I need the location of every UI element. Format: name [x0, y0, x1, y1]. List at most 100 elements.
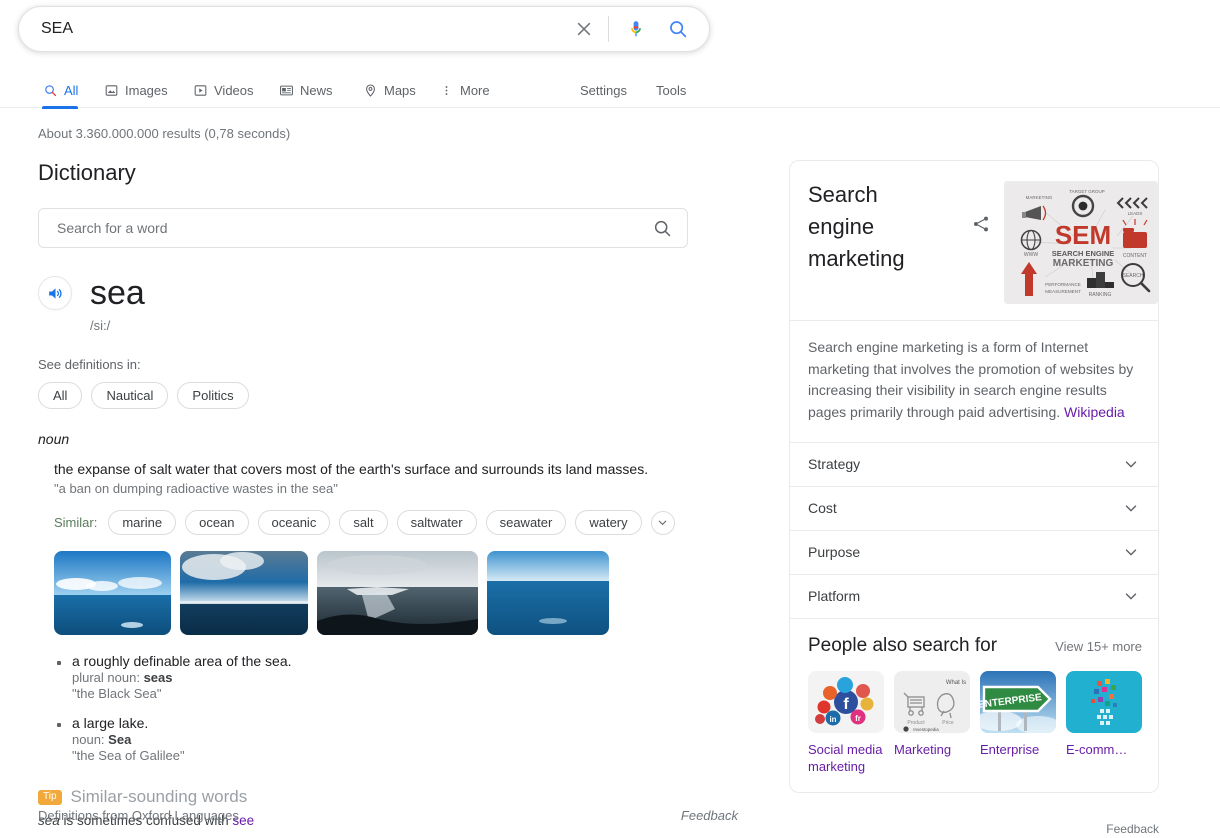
definition-example: "a ban on dumping radioactive wastes in … [54, 481, 338, 497]
pasf-title: People also search for [808, 634, 998, 656]
primary-definition-block: the expanse of salt water that covers mo… [38, 459, 738, 636]
knowledge-panel-feedback-link[interactable]: Feedback [789, 822, 1159, 836]
sem-diagram-image[interactable]: SEM SEARCH ENGINE MARKETING MARKETING TA… [1003, 181, 1158, 304]
similar-label: Similar: [54, 515, 98, 531]
page-title: Dictionary [38, 160, 136, 185]
headword: sea [90, 274, 145, 312]
word-search-input[interactable] [55, 219, 652, 237]
tab-maps[interactable]: Maps [356, 72, 422, 108]
search-input[interactable] [39, 7, 570, 51]
search-icon [42, 82, 58, 98]
dictionary-footer: Definitions from Oxford Languages Feedba… [38, 808, 738, 823]
tab-label: Images [125, 82, 168, 98]
view-more-link[interactable]: View 15+ more [1055, 639, 1142, 654]
sense-form: plural noun: seas [72, 670, 738, 685]
accordion-label: Purpose [808, 544, 861, 561]
tab-all[interactable]: All [30, 72, 90, 109]
svg-text:What Is: What Is [946, 680, 966, 686]
accordion-strategy[interactable]: Strategy [790, 441, 1158, 486]
tab-label: All [64, 82, 79, 98]
accordion-cost[interactable]: Cost [790, 485, 1158, 530]
accordion-platform[interactable]: Platform [790, 573, 1158, 618]
filter-chip-nautical[interactable]: Nautical [91, 382, 169, 409]
see-definitions-label: See definitions in: [38, 357, 141, 372]
wikipedia-link[interactable]: Wikipedia [1064, 404, 1125, 420]
svg-text:in: in [829, 715, 836, 724]
search-divider [608, 16, 609, 42]
svg-text:SEM: SEM [1055, 220, 1111, 250]
search-icon[interactable] [665, 16, 691, 42]
similar-chip[interactable]: watery [575, 510, 642, 536]
chevron-down-icon[interactable] [650, 510, 675, 535]
similar-chip[interactable]: salt [339, 510, 388, 536]
word-search-box[interactable] [38, 208, 688, 248]
share-icon[interactable] [964, 207, 998, 241]
sea-thumbnail-2[interactable] [180, 551, 308, 636]
pasf-label: Enterprise [980, 741, 1040, 757]
chevron-down-icon [1122, 587, 1140, 605]
marketing-sketch-image: What Is Product Price Investopedia [894, 670, 970, 733]
video-icon [192, 82, 208, 98]
additional-senses: a roughly definable area of the sea. plu… [38, 653, 738, 763]
people-also-search-for-section: People also search for View 15+ more f i… [790, 617, 1158, 792]
sea-thumbnail-3[interactable] [317, 551, 478, 636]
more-vertical-icon [438, 82, 454, 98]
sea-thumbnail-1[interactable] [54, 551, 171, 636]
svg-text:SEARCH: SEARCH [1122, 273, 1143, 279]
settings-button[interactable]: Settings [580, 72, 627, 108]
sense-form: noun: Sea [72, 732, 738, 747]
settings-label: Settings [580, 82, 627, 98]
accordion-label: Cost [808, 500, 837, 517]
chevron-down-icon [1122, 499, 1140, 517]
similar-chip[interactable]: saltwater [396, 510, 477, 536]
search-icon[interactable] [652, 218, 673, 239]
search-bar-container [18, 6, 710, 52]
tip-badge: Tip [38, 789, 62, 805]
dictionary-feedback-link[interactable]: Feedback [681, 808, 738, 823]
microphone-icon[interactable] [623, 15, 649, 43]
tab-label: Maps [384, 82, 416, 98]
svg-text:CONTENT: CONTENT [1123, 253, 1147, 259]
svg-text:f: f [843, 696, 849, 713]
tools-button[interactable]: Tools [656, 72, 686, 108]
tab-more[interactable]: More [432, 72, 496, 108]
headword-row: sea [38, 276, 738, 310]
sense-form-value: Sea [108, 732, 132, 748]
pasf-item-marketing[interactable]: What Is Product Price Investopedia Marke… [894, 670, 970, 776]
pasf-item-ecommerce[interactable]: E-comm… [1066, 670, 1142, 776]
pasf-label: Social media marketing [808, 741, 883, 775]
svg-text:WWW: WWW [1024, 252, 1038, 258]
svg-text:Product: Product [907, 720, 925, 726]
sense-item: a roughly definable area of the sea. plu… [57, 653, 738, 701]
pasf-item-enterprise[interactable]: ENTERPRISE Enterprise [980, 670, 1056, 776]
similar-chip[interactable]: ocean [185, 510, 249, 536]
tab-videos[interactable]: Videos [186, 72, 260, 108]
close-icon[interactable] [570, 15, 598, 43]
pasf-item-social-media-marketing[interactable]: f in fr Social media marketing [808, 670, 884, 776]
knowledge-panel: Search engine marketing SEM SEARCH ENGIN… [789, 160, 1159, 793]
pasf-header: People also search for View 15+ more [808, 635, 1142, 657]
chevron-down-icon [1122, 543, 1140, 561]
news-icon [278, 82, 294, 98]
search-bar[interactable] [18, 6, 710, 52]
accordion-label: Strategy [808, 456, 861, 473]
svg-text:LEADS: LEADS [1127, 211, 1142, 216]
svg-text:MEASUREMENT: MEASUREMENT [1045, 289, 1081, 294]
filter-chip-politics[interactable]: Politics [177, 382, 249, 409]
knowledge-panel-description: Search engine marketing is a form of Int… [790, 320, 1158, 442]
tab-news[interactable]: News [272, 72, 339, 108]
result-stats: About 3.360.000.000 results (0,78 second… [38, 126, 291, 141]
sense-item: a large lake. noun: Sea "the Sea of Gali… [57, 715, 738, 764]
filter-chip-all[interactable]: All [38, 382, 83, 409]
sense-example: "the Sea of Galilee" [72, 748, 185, 764]
svg-text:RANKING: RANKING [1088, 292, 1111, 298]
svg-text:PERFORMANCE: PERFORMANCE [1045, 282, 1081, 287]
tab-images[interactable]: Images [97, 72, 174, 108]
similar-chip[interactable]: seawater [485, 510, 567, 536]
similar-chip[interactable]: marine [108, 510, 177, 536]
similar-chip[interactable]: oceanic [257, 510, 331, 536]
knowledge-panel-header: Search engine marketing SEM SEARCH ENGIN… [790, 161, 1158, 320]
sea-thumbnail-4[interactable] [487, 551, 609, 636]
accordion-purpose[interactable]: Purpose [790, 529, 1158, 574]
speaker-icon[interactable] [38, 276, 72, 310]
